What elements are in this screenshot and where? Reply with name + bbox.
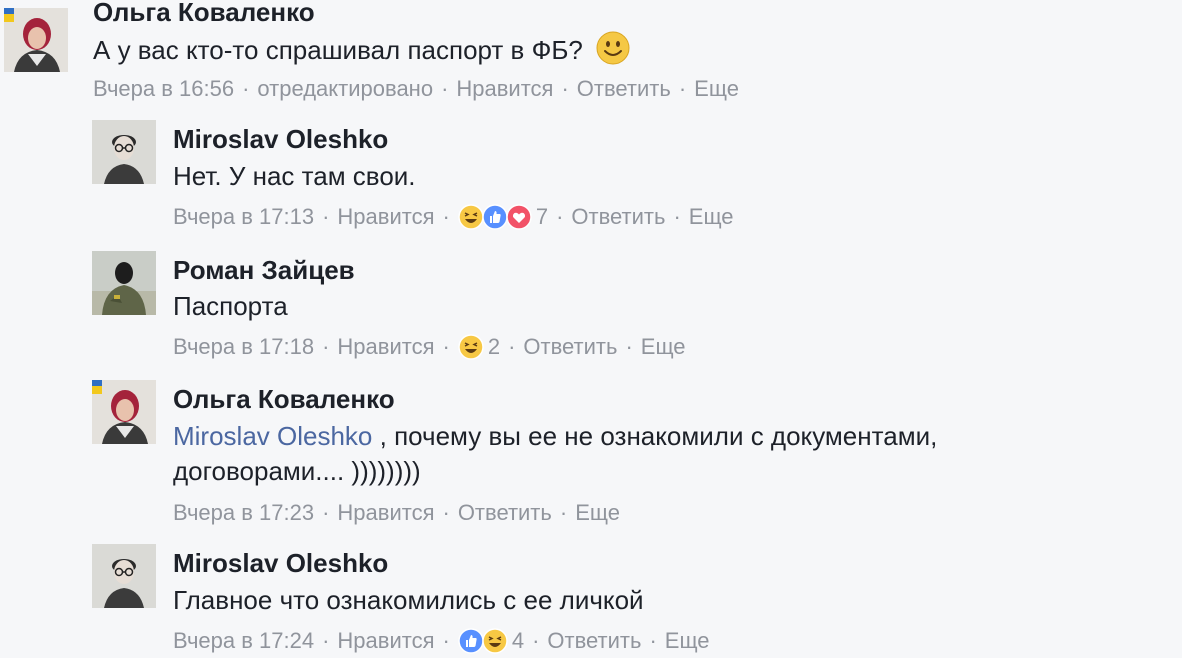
reply-button[interactable]: Ответить bbox=[571, 203, 665, 231]
separator: · bbox=[556, 204, 564, 229]
avatar[interactable] bbox=[4, 8, 68, 72]
comment-author[interactable]: Miroslav Oleshko bbox=[173, 548, 388, 578]
love-reaction-icon bbox=[506, 204, 532, 230]
more-button[interactable]: Еще bbox=[641, 333, 686, 361]
separator: · bbox=[649, 628, 657, 653]
comment-timestamp[interactable]: Вчера в 17:24 bbox=[173, 627, 314, 655]
comment-text-line1: , почему вы ее не ознакомили с документа… bbox=[372, 421, 938, 451]
separator: · bbox=[322, 500, 330, 525]
separator: · bbox=[442, 628, 450, 653]
like-button[interactable]: Нравится bbox=[337, 627, 434, 655]
comment-text: Главное что ознакомились с ее личкой bbox=[173, 585, 644, 615]
comment-timestamp[interactable]: Вчера в 16:56 bbox=[93, 75, 234, 103]
like-button[interactable]: Нравится bbox=[337, 499, 434, 527]
comment-meta: Вчера в 16:56 · отредактировано · Нравит… bbox=[93, 75, 739, 103]
like-button[interactable]: Нравится bbox=[337, 333, 434, 361]
reaction-count: 4 bbox=[511, 628, 525, 653]
reactions-summary[interactable]: 7 bbox=[458, 203, 548, 231]
like-reaction-icon bbox=[458, 628, 484, 654]
separator: · bbox=[508, 334, 516, 359]
mention-link[interactable]: Miroslav Oleshko bbox=[173, 421, 372, 451]
comment-text-content: А у вас кто-то спрашивал паспорт в ФБ? bbox=[93, 35, 583, 65]
more-button[interactable]: Еще bbox=[665, 627, 710, 655]
comment-timestamp[interactable]: Вчера в 17:23 bbox=[173, 499, 314, 527]
reactions-summary[interactable]: 2 bbox=[458, 333, 500, 361]
haha-reaction-icon bbox=[458, 204, 484, 230]
separator: · bbox=[322, 628, 330, 653]
separator: · bbox=[242, 76, 250, 101]
avatar[interactable] bbox=[92, 251, 156, 315]
like-button[interactable]: Нравится bbox=[337, 203, 434, 231]
avatar[interactable] bbox=[92, 544, 156, 608]
reactions-summary[interactable]: 4 bbox=[458, 627, 524, 655]
more-button[interactable]: Еще bbox=[689, 203, 734, 231]
haha-reaction-icon bbox=[482, 628, 508, 654]
separator: · bbox=[532, 628, 540, 653]
reply-button[interactable]: Ответить bbox=[523, 333, 617, 361]
reaction-count: 2 bbox=[487, 334, 501, 359]
reply-button[interactable]: Ответить bbox=[458, 499, 552, 527]
more-button[interactable]: Еще bbox=[575, 499, 620, 527]
comment-timestamp[interactable]: Вчера в 17:18 bbox=[173, 333, 314, 361]
comment-meta: Вчера в 17:24 · Нравится · 4 · Ответить … bbox=[173, 627, 710, 655]
edited-label[interactable]: отредактировано bbox=[257, 75, 433, 103]
separator: · bbox=[561, 76, 569, 101]
comment-author[interactable]: Роман Зайцев bbox=[173, 255, 355, 285]
avatar[interactable] bbox=[92, 120, 156, 184]
separator: · bbox=[442, 500, 450, 525]
comment-text: Нет. У нас там свои. bbox=[173, 161, 416, 191]
separator: · bbox=[322, 334, 330, 359]
comment-author[interactable]: Miroslav Oleshko bbox=[173, 124, 388, 154]
comment-meta: Вчера в 17:13 · Нравится · 7 · Ответить … bbox=[173, 203, 734, 231]
comment-timestamp[interactable]: Вчера в 17:13 bbox=[173, 203, 314, 231]
like-button[interactable]: Нравится bbox=[456, 75, 553, 103]
comment-text: А у вас кто-то спрашивал паспорт в ФБ? bbox=[93, 31, 630, 68]
haha-reaction-icon bbox=[458, 334, 484, 360]
separator: · bbox=[442, 204, 450, 229]
separator: · bbox=[625, 334, 633, 359]
comment-meta: Вчера в 17:18 · Нравится · 2 · Ответить … bbox=[173, 333, 686, 361]
separator: · bbox=[673, 204, 681, 229]
separator: · bbox=[442, 334, 450, 359]
separator: · bbox=[559, 500, 568, 525]
comment-text-line2: договорами.... )))))))) bbox=[173, 456, 421, 486]
comment-author[interactable]: Ольга Коваленко bbox=[93, 0, 315, 27]
separator: · bbox=[441, 76, 449, 101]
separator: · bbox=[678, 76, 687, 101]
reply-button[interactable]: Ответить bbox=[547, 627, 641, 655]
comment-text: Miroslav Oleshko , почему вы ее не ознак… bbox=[173, 419, 937, 454]
comment-author[interactable]: Ольга Коваленко bbox=[173, 384, 395, 414]
slightly-smiling-face-icon bbox=[596, 31, 630, 65]
like-reaction-icon bbox=[482, 204, 508, 230]
comment-text: Паспорта bbox=[173, 291, 288, 321]
more-button[interactable]: Еще bbox=[694, 75, 739, 103]
reply-button[interactable]: Ответить bbox=[577, 75, 671, 103]
avatar[interactable] bbox=[92, 380, 156, 444]
separator: · bbox=[322, 204, 330, 229]
comment-meta: Вчера в 17:23 · Нравится · Ответить · Ещ… bbox=[173, 499, 620, 527]
reaction-count: 7 bbox=[535, 204, 549, 229]
